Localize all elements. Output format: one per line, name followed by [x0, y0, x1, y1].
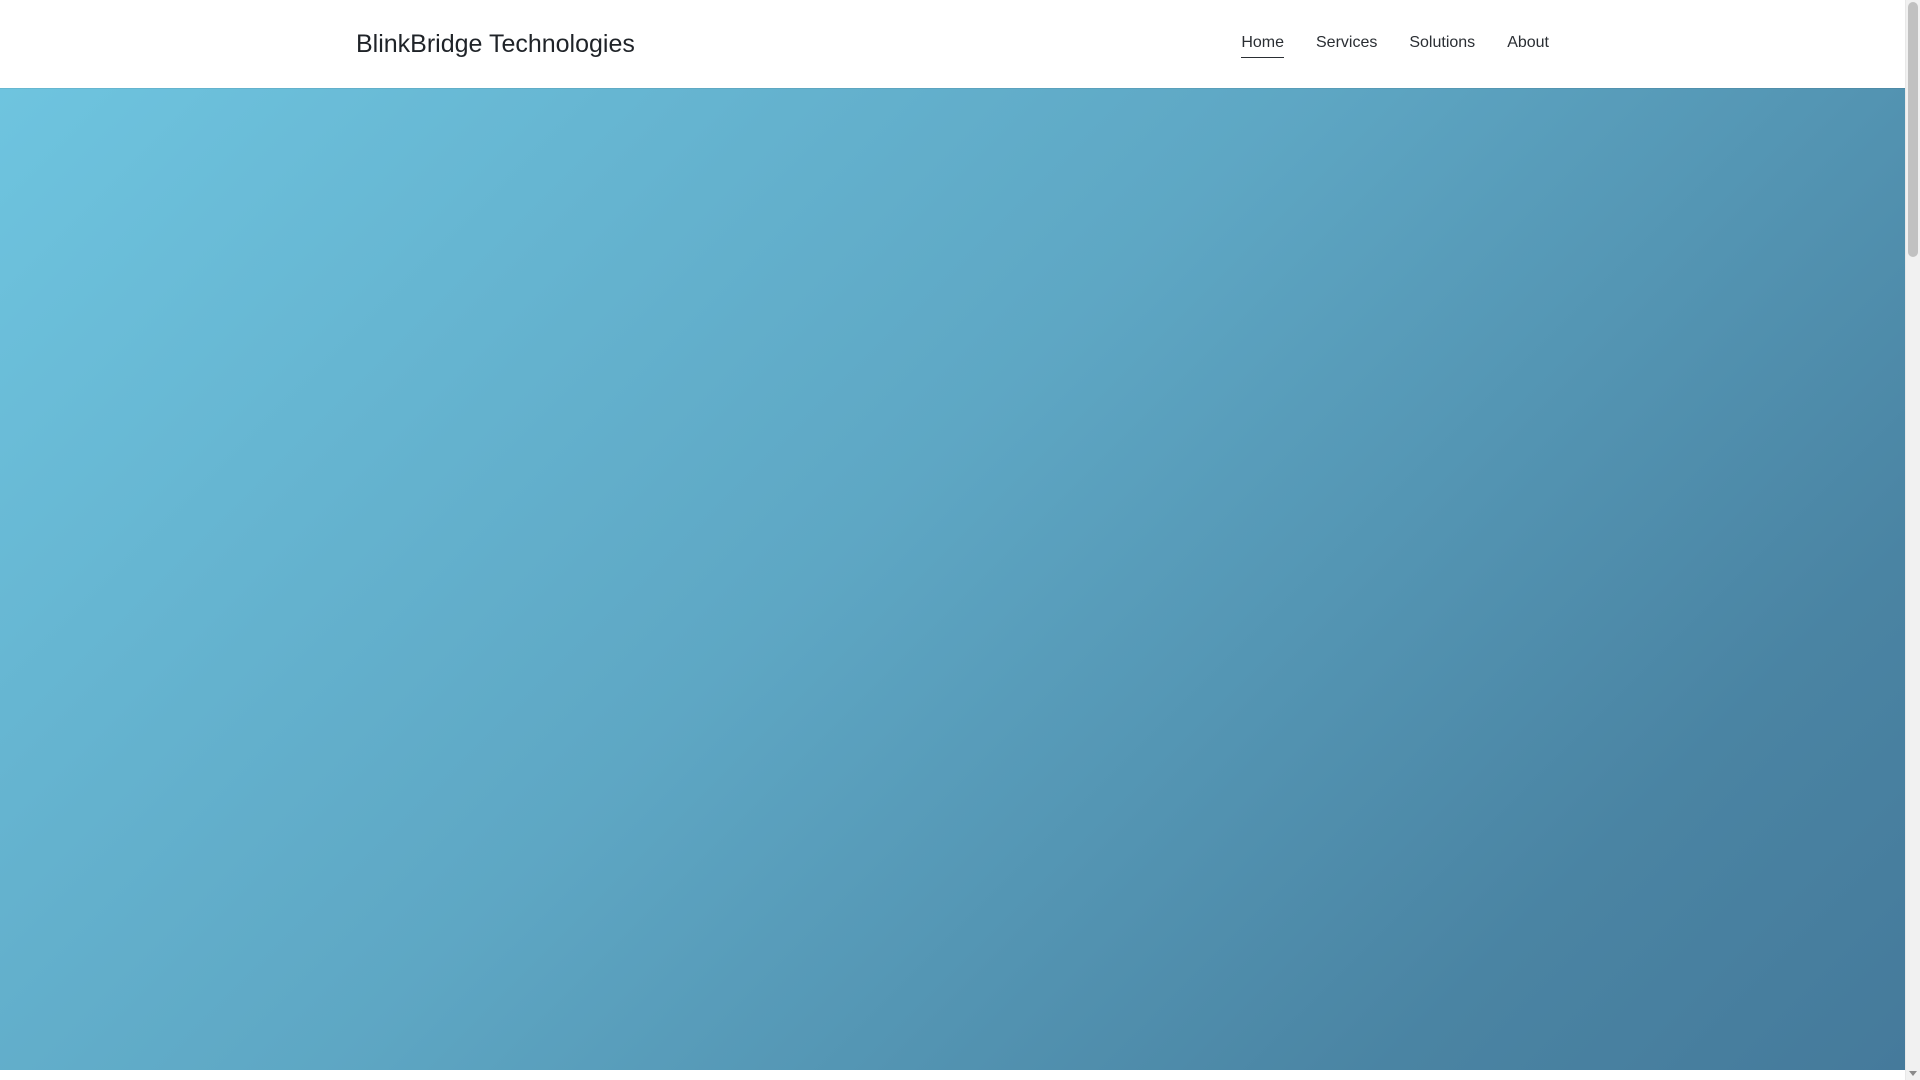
brand-logo-link[interactable]: BlinkBridge Technologies: [356, 26, 635, 62]
nav-link-home[interactable]: Home: [1241, 30, 1284, 58]
site-header: BlinkBridge Technologies Home Services S…: [0, 0, 1905, 88]
vertical-scrollbar[interactable]: [1905, 0, 1920, 1080]
page: BlinkBridge Technologies Home Services S…: [0, 0, 1905, 1080]
scrollbar-thumb[interactable]: [1908, 2, 1918, 257]
nav-link-solutions[interactable]: Solutions: [1409, 30, 1475, 58]
nav-link-services[interactable]: Services: [1316, 30, 1377, 58]
chevron-down-icon[interactable]: [1909, 1071, 1917, 1076]
browser-viewport: BlinkBridge Technologies Home Services S…: [0, 0, 1920, 1080]
nav-link-about[interactable]: About: [1507, 30, 1549, 58]
main-nav: Home Services Solutions About: [1241, 30, 1549, 58]
hero-section: [0, 88, 1905, 1070]
